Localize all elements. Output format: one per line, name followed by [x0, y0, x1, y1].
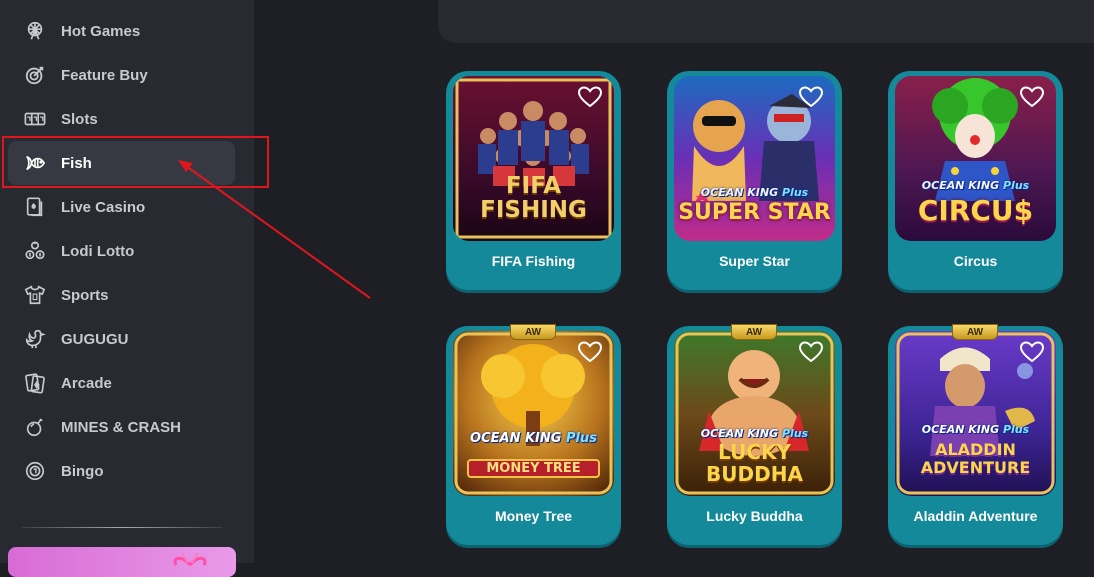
jersey-icon: [24, 284, 46, 306]
game-title: Circus: [953, 253, 998, 269]
sidebar-item-slots[interactable]: Slots: [8, 97, 235, 141]
game-title: Money Tree: [494, 508, 573, 524]
slot-machine-icon: [24, 108, 46, 130]
heart-icon[interactable]: [577, 85, 603, 109]
sidebar-item-lodi-lotto[interactable]: Lodi Lotto: [8, 229, 235, 273]
game-card-money-tree[interactable]: OCEAN KING Plus MONEY TREE AW Money Tree: [446, 324, 621, 545]
heart-icon[interactable]: [1019, 340, 1045, 364]
sidebar-item-gugugu[interactable]: GUGUGU: [8, 317, 235, 361]
game-art-text: ALADDIN ADVENTURE: [920, 440, 1031, 477]
heart-icon[interactable]: [798, 85, 824, 109]
game-art-text: MONEY TREE: [467, 459, 600, 478]
sidebar-item-label: Lodi Lotto: [61, 242, 135, 260]
sidebar-item-live-casino[interactable]: Live Casino: [8, 185, 235, 229]
sidebar-item-label: Fish: [61, 154, 92, 172]
cards-icon: [24, 372, 46, 394]
playing-card-icon: [24, 196, 46, 218]
aw-badge: AW: [731, 324, 777, 340]
game-card-circus[interactable]: OCEAN KING Plus CIRCU$ Circus: [888, 71, 1063, 290]
heart-icon[interactable]: [577, 340, 603, 364]
game-art-text: LUCKY BUDDHA: [706, 440, 803, 486]
sidebar: Hot Games Feature Buy Slots Fish Live Ca…: [0, 0, 254, 577]
game-brand: OCEAN KING Plus: [700, 186, 809, 199]
game-brand: OCEAN KING Plus: [921, 423, 1030, 436]
sidebar-item-bingo[interactable]: Bingo: [8, 449, 235, 493]
sidebar-item-fish[interactable]: Fish: [8, 141, 235, 185]
sidebar-item-arcade[interactable]: Arcade: [8, 361, 235, 405]
sidebar-item-label: Hot Games: [61, 22, 141, 40]
game-title: Lucky Buddha: [706, 508, 803, 524]
aw-badge: AW: [952, 324, 998, 340]
ferris-wheel-icon: [24, 20, 46, 42]
heart-icon[interactable]: [798, 340, 824, 364]
game-card-super-star[interactable]: OCEAN KING Plus SUPER STAR Super Star: [667, 71, 842, 290]
sidebar-item-label: Slots: [61, 110, 98, 128]
target-icon: [24, 64, 46, 86]
heart-icon[interactable]: [1019, 85, 1045, 109]
sidebar-divider: [22, 527, 222, 528]
sidebar-item-feature-buy[interactable]: Feature Buy: [8, 53, 235, 97]
lottery-balls-icon: [24, 240, 46, 262]
sidebar-item-label: Bingo: [61, 462, 104, 480]
sidebar-item-label: Feature Buy: [61, 66, 148, 84]
game-title: Super Star: [719, 253, 790, 269]
sidebar-item-label: GUGUGU: [61, 330, 129, 348]
sidebar-item-label: MINES & CRASH: [61, 418, 182, 436]
bingo-ball-icon: [24, 460, 46, 482]
sidebar-item-hot-games[interactable]: Hot Games: [8, 9, 235, 53]
game-art-text: SUPER STAR: [678, 200, 831, 225]
game-title: Aladdin Adventure: [913, 508, 1038, 524]
fish-icon: [24, 152, 46, 174]
sidebar-item-sports[interactable]: Sports: [8, 273, 235, 317]
game-art-text: FIFA FISHING: [480, 173, 587, 223]
game-card-fifa-fishing[interactable]: FIFA FISHING FIFA Fishing: [446, 71, 621, 290]
top-stats-panel: [438, 0, 1094, 43]
game-brand: OCEAN KING Plus: [700, 427, 809, 440]
sidebar-item-mines-crash[interactable]: MINES & CRASH: [8, 405, 235, 449]
gift-bow-icon: [173, 552, 207, 567]
sidebar-item-label: Sports: [61, 286, 109, 304]
game-brand: OCEAN KING Plus: [921, 179, 1030, 192]
aw-badge: AW: [510, 324, 556, 340]
rooster-icon: [24, 328, 46, 350]
sidebar-item-label: Arcade: [61, 374, 112, 392]
game-art-text: CIRCU$: [917, 194, 1034, 227]
game-card-aladdin-adventure[interactable]: OCEAN KING Plus ALADDIN ADVENTURE AW Ala…: [888, 324, 1063, 545]
promo-banner[interactable]: [8, 547, 236, 577]
game-brand: OCEAN KING Plus: [470, 431, 597, 446]
sidebar-item-label: Live Casino: [61, 198, 146, 216]
game-title: FIFA Fishing: [491, 253, 576, 269]
game-card-lucky-buddha[interactable]: OCEAN KING Plus LUCKY BUDDHA AW Lucky Bu…: [667, 324, 842, 545]
bomb-icon: [24, 416, 46, 438]
